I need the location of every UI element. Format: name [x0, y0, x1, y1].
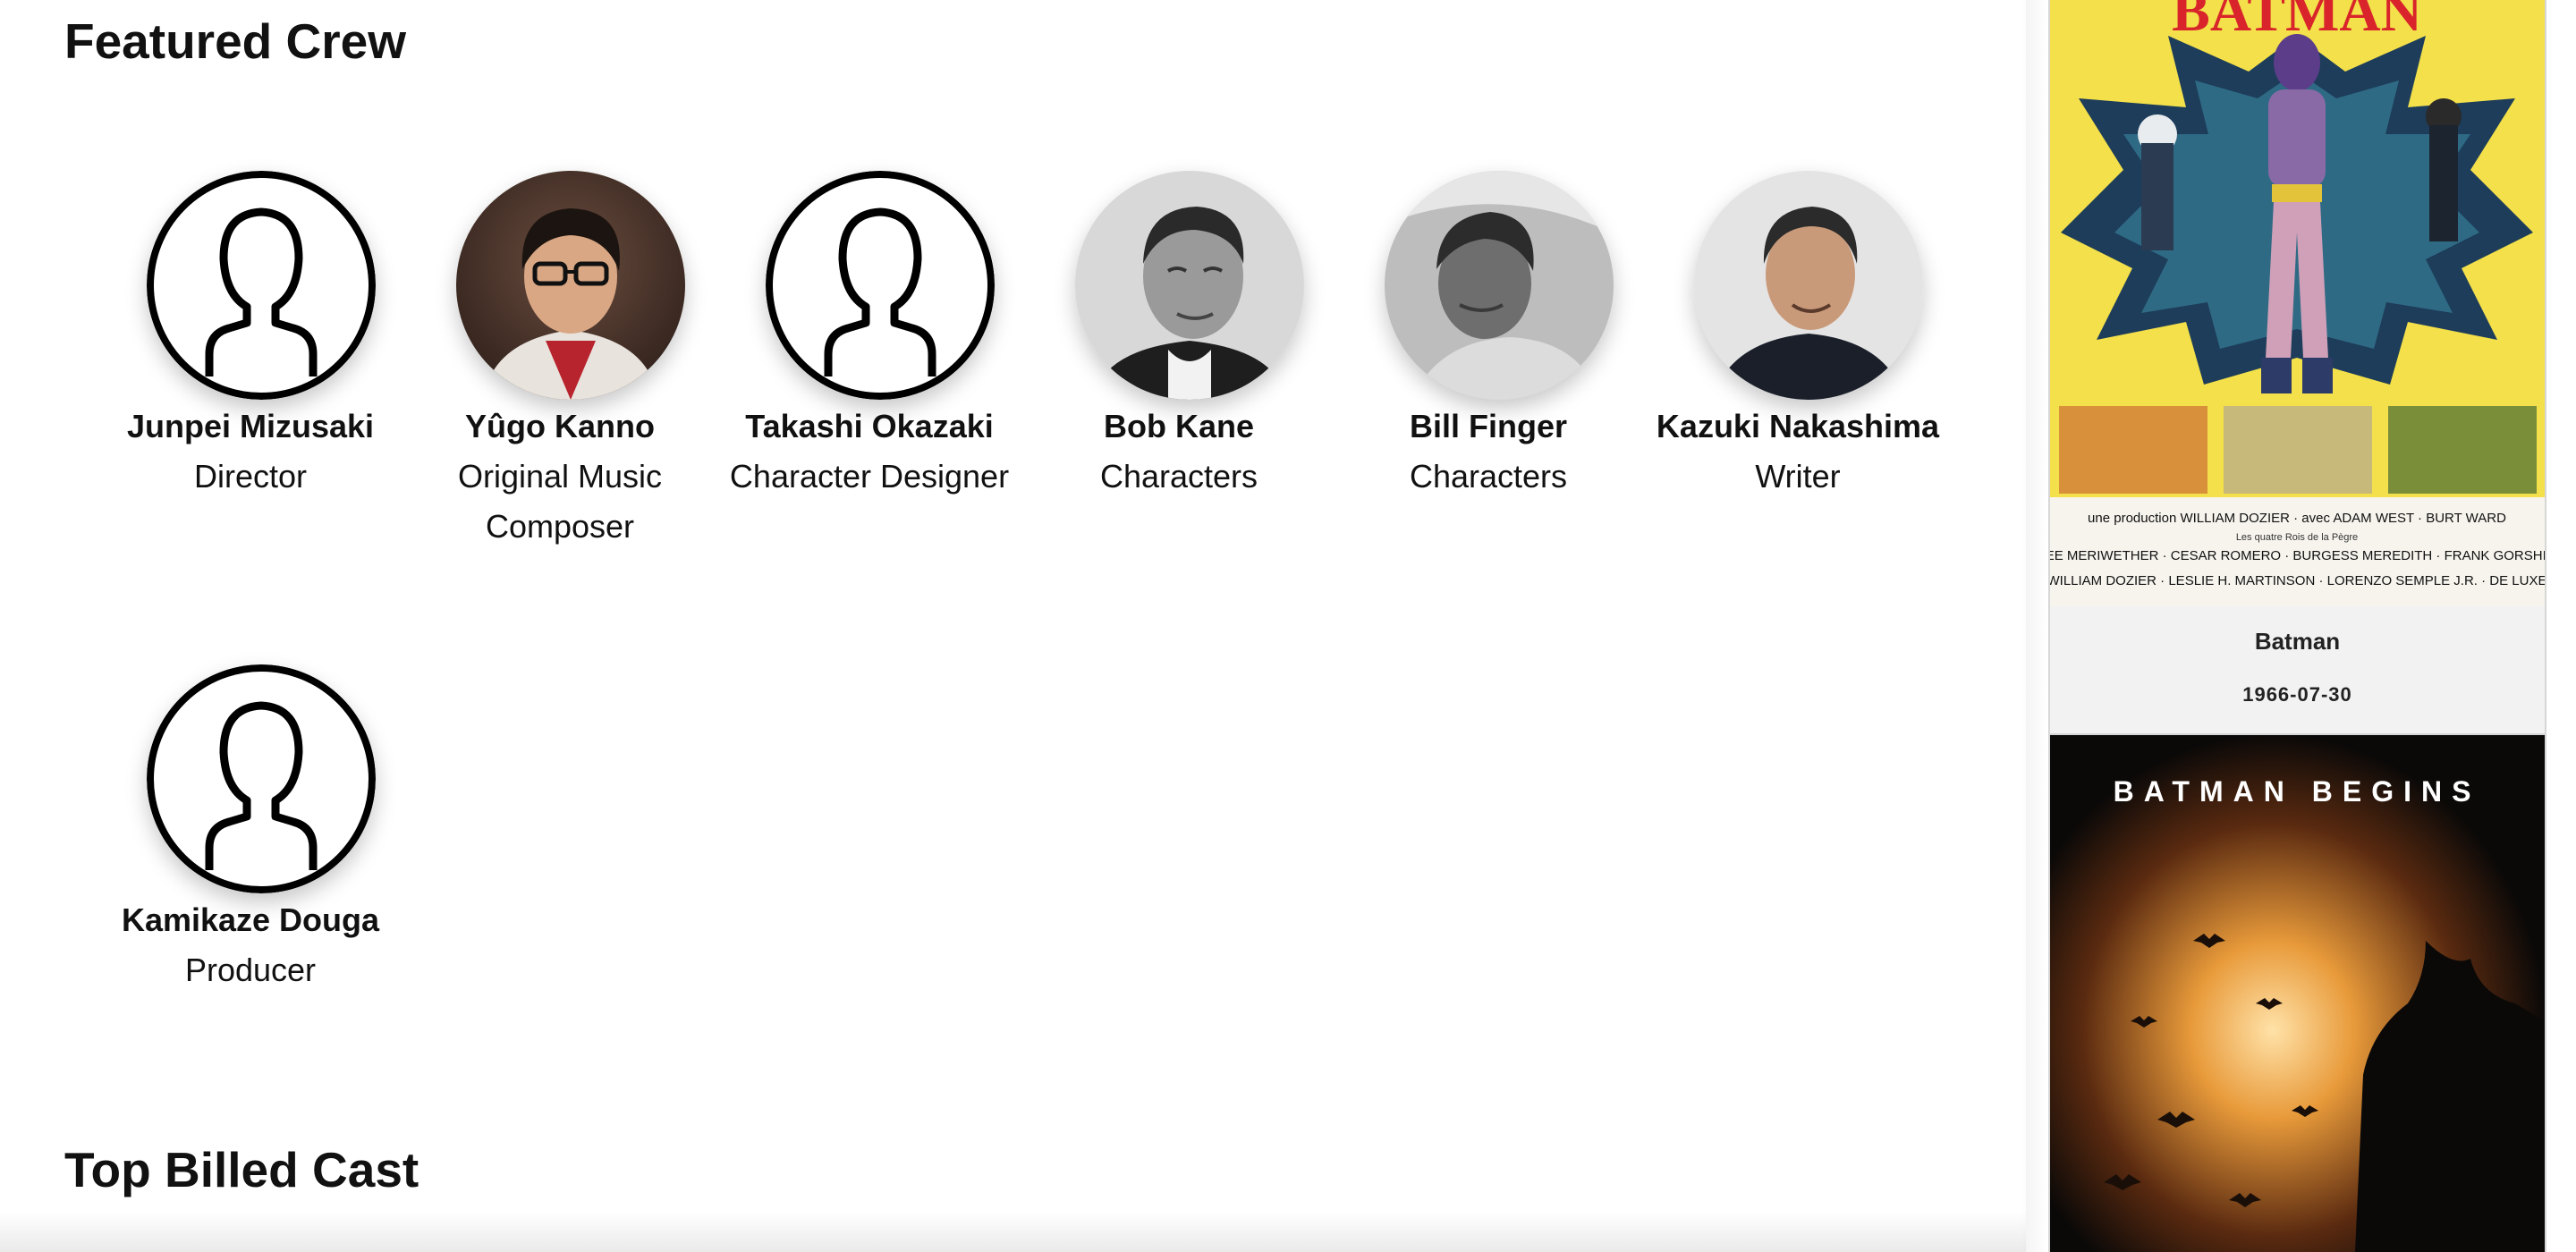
profile-photo [456, 171, 685, 400]
crew-name: Yûgo Kanno [465, 408, 655, 444]
featured-crew-heading: Featured Crew [64, 13, 407, 69]
crew-job: Writer [1755, 458, 1841, 495]
recommendation-card-batman[interactable]: BATMAN une production WILLIAM DOZIER · a… [2048, 0, 2546, 735]
crew-name: Takashi Okazaki [745, 408, 994, 444]
crew-name: Kamikaze Douga [121, 901, 380, 938]
recommendation-date: 1966-07-30 [2242, 683, 2352, 706]
placeholder-silhouette-icon [147, 171, 376, 400]
poster-credit-line: WILLIAM DOZIER · LESLIE H. MARTINSON · L… [2050, 573, 2545, 588]
crew-job: Characters [1099, 458, 1258, 495]
movie-detail-page: Featured Crew Junpei Mizusaki Director Y… [0, 0, 2576, 1252]
scroll-fade [0, 1212, 2026, 1252]
placeholder-silhouette-icon [766, 171, 995, 400]
poster-credit-line: Les quatre Rois de la Pègre [2236, 532, 2358, 543]
poster-image: BATMAN une production WILLIAM DOZIER · a… [2050, 0, 2545, 606]
poster-credit-line: LEE MERIWETHER · CESAR ROMERO · BURGESS … [2050, 548, 2545, 563]
crew-job: Producer [184, 952, 317, 988]
crew-job: Characters [1409, 458, 1568, 495]
profile-photo [1075, 171, 1304, 400]
profile-photo [1385, 171, 1614, 400]
crew-name: Kazuki Nakashima [1656, 408, 1940, 444]
poster-headline: BATMAN BEGINS [2114, 775, 2481, 808]
crew-name: Bob Kane [1103, 408, 1254, 444]
crew-job: Character Designer [729, 458, 1010, 495]
placeholder-silhouette-icon [147, 664, 376, 893]
recommendation-card-batman-begins[interactable]: BATMAN BEGINS [2048, 733, 2546, 1252]
crew-job: Original Music Composer [457, 458, 663, 545]
profile-photo [1694, 171, 1923, 400]
crew-name: Bill Finger [1409, 408, 1567, 444]
crew-job: Director [193, 458, 308, 495]
top-billed-cast-heading: Top Billed Cast [64, 1142, 419, 1197]
recommendation-title: Batman [2254, 628, 2341, 655]
poster-image: BATMAN BEGINS [2050, 735, 2545, 1252]
poster-credit-line: une production WILLIAM DOZIER · avec ADA… [2088, 511, 2506, 526]
crew-name: Junpei Mizusaki [126, 408, 375, 444]
